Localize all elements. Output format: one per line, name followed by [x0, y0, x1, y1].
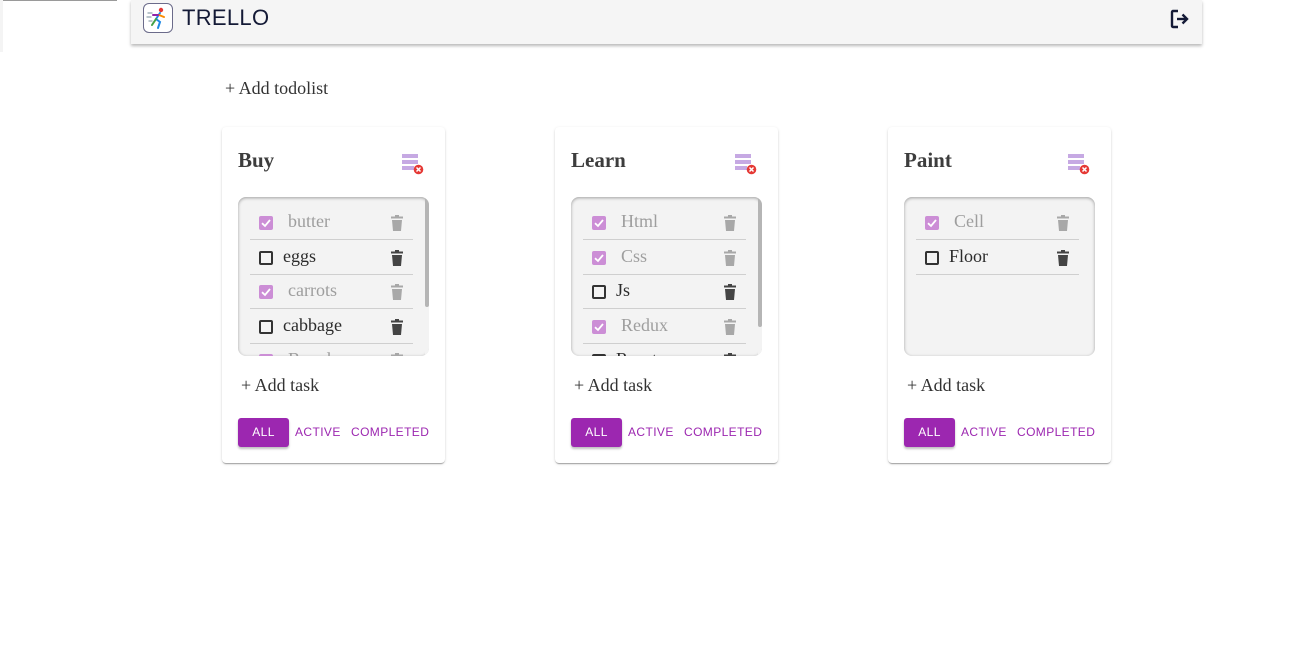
task-label[interactable]: cabbage [283, 315, 342, 336]
scrollbar-thumb[interactable] [758, 197, 762, 327]
todolist-card: Learn Html Css Js Redux React + Add task ALLACT… [555, 127, 778, 463]
trash-icon[interactable] [390, 215, 404, 232]
trash-icon[interactable] [723, 284, 737, 301]
checked-checkbox[interactable] [259, 216, 273, 230]
app-title: TRELLO [182, 5, 270, 30]
trash-icon[interactable] [723, 249, 737, 267]
filter-completed-button[interactable]: COMPLETED [351, 418, 429, 447]
task-label[interactable]: Js [616, 280, 630, 301]
checked-checkbox[interactable] [259, 285, 273, 299]
checked-checkbox[interactable] [592, 216, 606, 230]
task-item: Redux [583, 310, 746, 344]
task-label[interactable]: Html [621, 211, 658, 232]
todolist-title[interactable]: Paint [904, 148, 952, 173]
unchecked-checkbox[interactable] [259, 250, 273, 265]
trash-icon[interactable] [390, 353, 404, 356]
task-label[interactable]: carrots [288, 280, 337, 301]
filter-active-button[interactable]: ACTIVE [295, 418, 341, 447]
logout-icon[interactable] [1169, 8, 1191, 30]
checked-checkbox[interactable] [925, 216, 939, 230]
task-label[interactable]: butter [288, 211, 330, 232]
delete-list-icon[interactable] [1067, 152, 1091, 176]
trash-icon[interactable] [390, 249, 404, 267]
task-item: Bread [250, 344, 413, 356]
running-figure-logo-icon[interactable] [143, 3, 173, 33]
add-task-button[interactable]: + Add task [241, 375, 319, 396]
trash-icon[interactable] [1056, 215, 1070, 232]
window-edge [0, 0, 3, 52]
todolist-card: Paint Cell Floor + Add task ALL ACTIVE COMPLET… [888, 127, 1111, 463]
filter-active-button[interactable]: ACTIVE [961, 418, 1007, 447]
trash-icon[interactable] [723, 318, 737, 336]
scrollbar-thumb[interactable] [425, 197, 429, 307]
trash-icon[interactable] [390, 318, 404, 336]
checked-checkbox[interactable] [592, 250, 606, 265]
filter-all-button[interactable]: ALL [238, 418, 289, 447]
task-item: Floor [916, 241, 1079, 275]
unchecked-checkbox[interactable] [592, 285, 606, 299]
trash-icon[interactable] [723, 353, 737, 356]
task-item: Cell [916, 206, 1079, 240]
checked-checkbox[interactable] [259, 354, 273, 356]
todolist-title[interactable]: Learn [571, 148, 626, 173]
window-edge-line [0, 0, 117, 1]
add-task-button[interactable]: + Add task [907, 375, 985, 396]
filter-all-button[interactable]: ALL [571, 418, 622, 447]
task-list[interactable]: butter eggs carrots cabbage Bread [238, 197, 429, 356]
add-todolist-button[interactable]: + Add todolist [225, 78, 328, 99]
app-header: TRELLO [131, 0, 1202, 44]
task-label[interactable]: Css [621, 246, 647, 267]
task-list-scrollbar[interactable] [758, 197, 762, 356]
trash-icon[interactable] [390, 284, 404, 301]
task-item: eggs [250, 241, 413, 275]
unchecked-checkbox[interactable] [925, 250, 939, 265]
unchecked-checkbox[interactable] [592, 354, 606, 356]
task-label[interactable]: Bread [288, 349, 331, 356]
delete-list-icon[interactable] [734, 152, 758, 176]
task-item: Html [583, 206, 746, 240]
task-item: carrots [250, 275, 413, 309]
task-label[interactable]: Redux [621, 315, 668, 336]
task-item: React [583, 344, 746, 356]
task-item: butter [250, 206, 413, 240]
trash-icon[interactable] [723, 215, 737, 232]
delete-list-icon[interactable] [401, 152, 425, 176]
task-item: Js [583, 275, 746, 309]
filter-all-button[interactable]: ALL [904, 418, 955, 447]
task-list[interactable]: Html Css Js Redux React [571, 197, 762, 356]
task-list[interactable]: Cell Floor [904, 197, 1095, 356]
filter-completed-button[interactable]: COMPLETED [1017, 418, 1095, 447]
task-label[interactable]: eggs [283, 246, 316, 267]
task-item: Css [583, 241, 746, 275]
add-task-button[interactable]: + Add task [574, 375, 652, 396]
todolist-card: Buy butter eggs carrots cabbage Bread + Add ta… [222, 127, 445, 463]
task-item: cabbage [250, 310, 413, 344]
checked-checkbox[interactable] [592, 319, 606, 334]
task-label[interactable]: React [616, 349, 657, 356]
trash-icon[interactable] [1056, 249, 1070, 267]
task-label[interactable]: Floor [949, 246, 988, 267]
filter-completed-button[interactable]: COMPLETED [684, 418, 762, 447]
task-list-scrollbar[interactable] [425, 197, 429, 356]
filter-active-button[interactable]: ACTIVE [628, 418, 674, 447]
todolist-title[interactable]: Buy [238, 148, 274, 173]
task-label[interactable]: Cell [954, 211, 984, 232]
unchecked-checkbox[interactable] [259, 319, 273, 334]
